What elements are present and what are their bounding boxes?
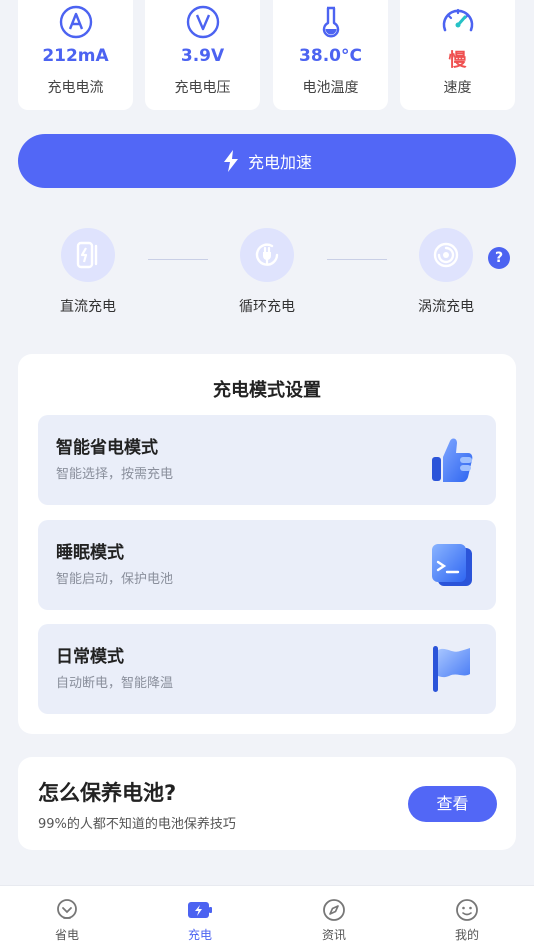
speedometer-icon <box>442 8 473 32</box>
tips-subtitle: 99%的人都不知道的电池保养技巧 <box>38 817 236 832</box>
dc-charge-icon <box>76 241 98 269</box>
voltage-icon <box>186 5 219 39</box>
option-sleep-mode[interactable]: 睡眠模式 智能启动，保护电池 <box>38 520 496 610</box>
current-icon <box>59 5 92 39</box>
help-icon[interactable]: ? <box>488 247 510 269</box>
settings-title: 充电模式设置 <box>213 380 321 401</box>
nav-label: 资讯 <box>321 928 346 942</box>
nav-item-save-power[interactable]: 省电 <box>27 898 107 943</box>
lightning-icon <box>223 150 238 172</box>
option-subtitle: 智能选择，按需充电 <box>56 467 174 482</box>
option-smart-saving[interactable]: 智能省电模式 智能选择，按需充电 <box>38 415 496 505</box>
mode-vortex-charge[interactable]: 涡流充电 <box>406 228 486 316</box>
bulb-icon <box>57 899 77 919</box>
charge-accelerate-label: 充电加速 <box>247 153 312 172</box>
mode-connector <box>327 259 387 260</box>
charge-mode-settings-card: 充电模式设置 智能省电模式 智能选择，按需充电 睡眠模式 智能启动，保护电池 日… <box>18 354 516 734</box>
cycle-charge-icon <box>255 243 279 266</box>
stat-label: 充电电流 <box>47 80 104 96</box>
charge-accelerate-button[interactable]: 充电加速 <box>18 134 516 188</box>
stat-value: 38.0°C <box>299 46 362 66</box>
nav-item-mine[interactable]: 我的 <box>427 898 507 943</box>
sleep-box-icon <box>432 544 472 586</box>
stats-row: 212mA 充电电流 3.9V 充电电压 38.0°C 电池温度 慢 速度 <box>18 0 516 110</box>
thumbs-up-icon <box>432 438 473 482</box>
mode-cycle-charge[interactable]: 循环充电 <box>227 228 307 316</box>
nav-item-news[interactable]: 资讯 <box>294 898 374 943</box>
mode-icon-bg <box>240 228 294 282</box>
mode-label: 涡流充电 <box>418 299 474 315</box>
mode-label: 直流充电 <box>60 299 116 315</box>
option-daily-mode[interactable]: 日常模式 自动断电，智能降温 <box>38 624 496 714</box>
bottom-nav: 省电 充电 资讯 我的 <box>0 885 534 951</box>
mode-icon-bg <box>61 228 115 282</box>
option-subtitle: 自动断电，智能降温 <box>56 676 174 691</box>
mode-label: 循环充电 <box>239 299 295 315</box>
option-title: 日常模式 <box>56 647 124 667</box>
mode-dc-charge[interactable]: 直流充电 <box>48 228 128 316</box>
thermometer-icon <box>322 6 339 38</box>
compass-icon <box>323 899 345 921</box>
option-title: 睡眠模式 <box>56 543 124 563</box>
stat-card-speed: 慢 速度 <box>400 0 515 110</box>
vortex-charge-icon <box>433 242 459 268</box>
option-title: 智能省电模式 <box>56 438 158 458</box>
stat-label: 充电电压 <box>174 80 231 96</box>
nav-label: 我的 <box>454 928 479 942</box>
tips-title: 怎么保养电池? <box>38 781 177 805</box>
battery-tips-card: 怎么保养电池? 99%的人都不知道的电池保养技巧 查看 <box>18 757 516 850</box>
nav-label: 省电 <box>54 928 79 942</box>
stat-card-current: 212mA 充电电流 <box>18 0 133 110</box>
smile-icon <box>456 899 478 921</box>
mode-icon-bg <box>419 228 473 282</box>
stat-value: 慢 <box>448 50 467 71</box>
stat-card-temperature: 38.0°C 电池温度 <box>273 0 388 110</box>
stat-value: 3.9V <box>180 46 225 66</box>
battery-charge-icon <box>188 902 212 918</box>
stat-label: 速度 <box>443 80 472 96</box>
stat-card-voltage: 3.9V 充电电压 <box>145 0 260 110</box>
nav-item-charge[interactable]: 充电 <box>160 898 240 943</box>
mode-connector <box>148 259 208 260</box>
stat-value: 212mA <box>42 46 109 66</box>
nav-label: 充电 <box>187 928 212 942</box>
option-subtitle: 智能启动，保护电池 <box>56 572 174 587</box>
view-button[interactable]: 查看 <box>408 786 497 822</box>
flag-icon <box>433 646 470 692</box>
stat-label: 电池温度 <box>302 80 359 96</box>
